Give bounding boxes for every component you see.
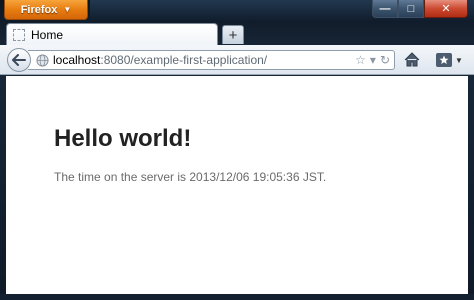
url-path: :8080/example-first-application/	[100, 53, 268, 67]
back-button[interactable]	[7, 48, 31, 72]
tab-home[interactable]: Home	[6, 23, 218, 45]
bookmarks-icon	[436, 53, 452, 67]
close-button[interactable]: ✕	[424, 0, 468, 18]
globe-icon	[36, 53, 49, 67]
maximize-button[interactable]: □	[398, 0, 424, 18]
server-time-text: The time on the server is 2013/12/06 19:…	[54, 170, 327, 184]
plus-icon: +	[228, 26, 238, 44]
new-tab-button[interactable]: +	[222, 25, 244, 44]
bookmark-star-icon[interactable]: ☆	[355, 53, 366, 67]
favicon-placeholder-icon	[13, 28, 25, 41]
page-heading: Hello world!	[54, 125, 192, 152]
minimize-button[interactable]: —	[372, 0, 398, 18]
chevron-down-icon: ▼	[455, 55, 463, 65]
home-icon[interactable]	[403, 51, 421, 69]
back-arrow-icon	[12, 54, 26, 66]
bookmarks-menu-button[interactable]: ▼	[435, 51, 467, 69]
history-dropdown-icon[interactable]: ▾	[370, 53, 376, 67]
page-content: Hello world! The time on the server is 2…	[6, 76, 468, 294]
tab-title: Home	[31, 27, 64, 42]
firefox-menu-label: Firefox	[20, 3, 58, 16]
close-icon: ✕	[441, 3, 451, 15]
maximize-icon: □	[407, 2, 415, 15]
window-bottom-edge	[0, 294, 474, 300]
chevron-down-icon: ▼	[63, 5, 72, 14]
url-actions: ☆ ▾ ↻	[355, 53, 390, 67]
firefox-menu-button[interactable]: Firefox ▼	[4, 0, 88, 20]
navigation-toolbar: localhost:8080/example-first-application…	[0, 45, 474, 75]
window-controls: — □ ✕	[372, 0, 468, 18]
reload-icon[interactable]: ↻	[380, 53, 390, 67]
minimize-icon: —	[379, 2, 391, 15]
url-bar[interactable]: localhost:8080/example-first-application…	[28, 50, 395, 70]
url-host: localhost	[53, 53, 101, 67]
